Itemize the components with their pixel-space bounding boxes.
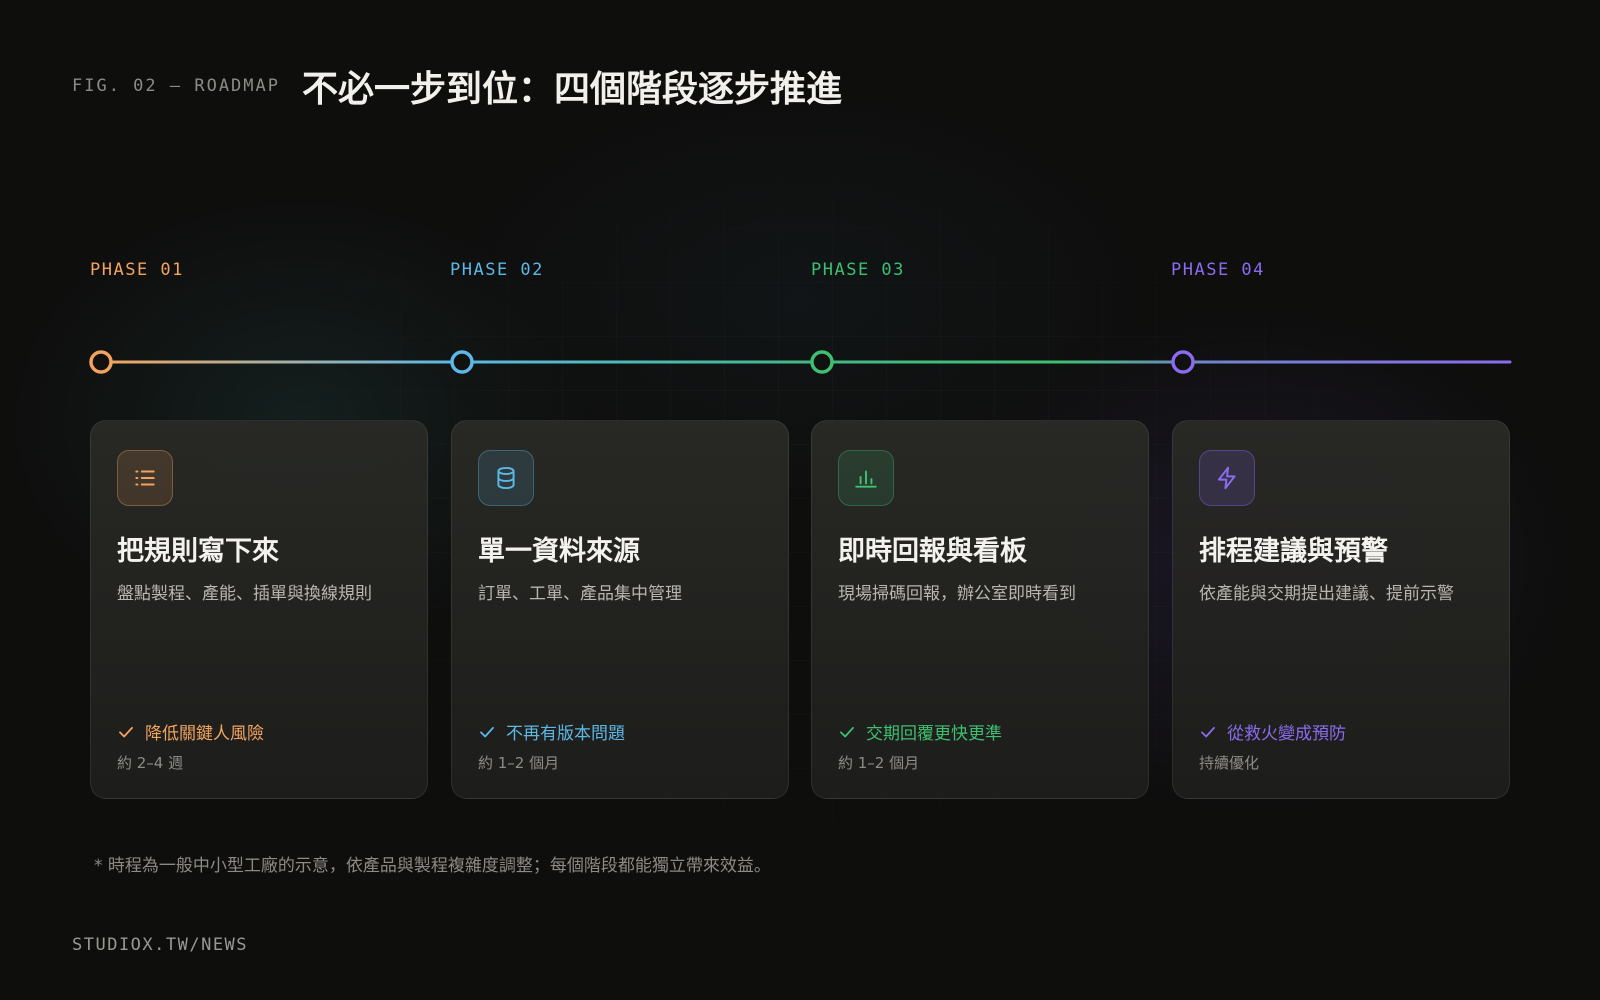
- card-duration: 約 1–2 個月: [478, 754, 560, 772]
- card-benefit: 不再有版本問題: [478, 719, 625, 744]
- benefit-text: 不再有版本問題: [506, 724, 625, 744]
- phase-card-4: 排程建議與預警 依產能與交期提出建議、提前示警 從救火變成預防 持續優化: [1172, 420, 1510, 799]
- card-duration: 約 2–4 週: [117, 754, 184, 772]
- benefit-text: 交期回覆更快更準: [866, 724, 1002, 744]
- lightning-icon: [1199, 450, 1255, 506]
- card-title: 即時回報與看板: [838, 536, 1027, 567]
- card-duration: 持續優化: [1199, 754, 1260, 772]
- check-icon: [480, 726, 494, 737]
- benefit-text: 從救火變成預防: [1227, 724, 1346, 744]
- card-description: 現場掃碼回報，辦公室即時看到: [838, 584, 1076, 604]
- list-icon: [117, 450, 173, 506]
- check-icon: [1201, 726, 1215, 737]
- benefit-text: 降低關鍵人風險: [145, 724, 264, 744]
- timeline-node-2: [450, 350, 474, 374]
- card-description: 依產能與交期提出建議、提前示警: [1199, 584, 1454, 604]
- card-description: 盤點製程、產能、插單與換線規則: [117, 584, 372, 604]
- card-title: 排程建議與預警: [1199, 536, 1388, 567]
- card-description: 訂單、工單、產品集中管理: [478, 584, 682, 604]
- footnote: * 時程為一般中小型工廠的示意，依產品與製程複雜度調整；每個階段都能獨立帶來效益…: [94, 856, 771, 876]
- phase-label-1: PHASE 01: [90, 260, 184, 280]
- phase-label-4: PHASE 04: [1171, 260, 1265, 280]
- page-title: 不必一步到位：四個階段逐步推進: [302, 69, 843, 110]
- database-icon: [478, 450, 534, 506]
- card-benefit: 交期回覆更快更準: [838, 719, 1002, 744]
- bar-chart-icon: [838, 450, 894, 506]
- card-title: 把規則寫下來: [117, 536, 279, 567]
- header: FIG. 02 — ROADMAP 不必一步到位：四個階段逐步推進: [72, 60, 842, 112]
- site-url: STUDIOX.TW/NEWS: [72, 935, 249, 955]
- timeline-node-4: [1171, 350, 1195, 374]
- card-benefit: 從救火變成預防: [1199, 719, 1346, 744]
- timeline-node-1: [89, 350, 113, 374]
- phase-card-1: 把規則寫下來 盤點製程、產能、插單與換線規則 降低關鍵人風險 約 2–4 週: [90, 420, 428, 799]
- card-duration: 約 1–2 個月: [838, 754, 920, 772]
- timeline-node-3: [810, 350, 834, 374]
- phase-card-3: 即時回報與看板 現場掃碼回報，辦公室即時看到 交期回覆更快更準 約 1–2 個月: [811, 420, 1149, 799]
- phase-card-2: 單一資料來源 訂單、工單、產品集中管理 不再有版本問題 約 1–2 個月: [451, 420, 789, 799]
- check-icon: [840, 726, 854, 737]
- card-benefit: 降低關鍵人風險: [117, 719, 264, 744]
- check-icon: [119, 726, 133, 737]
- card-title: 單一資料來源: [478, 536, 640, 567]
- figure-label: FIG. 02 — ROADMAP: [72, 76, 280, 96]
- phase-label-3: PHASE 03: [811, 260, 905, 280]
- phase-label-2: PHASE 02: [450, 260, 544, 280]
